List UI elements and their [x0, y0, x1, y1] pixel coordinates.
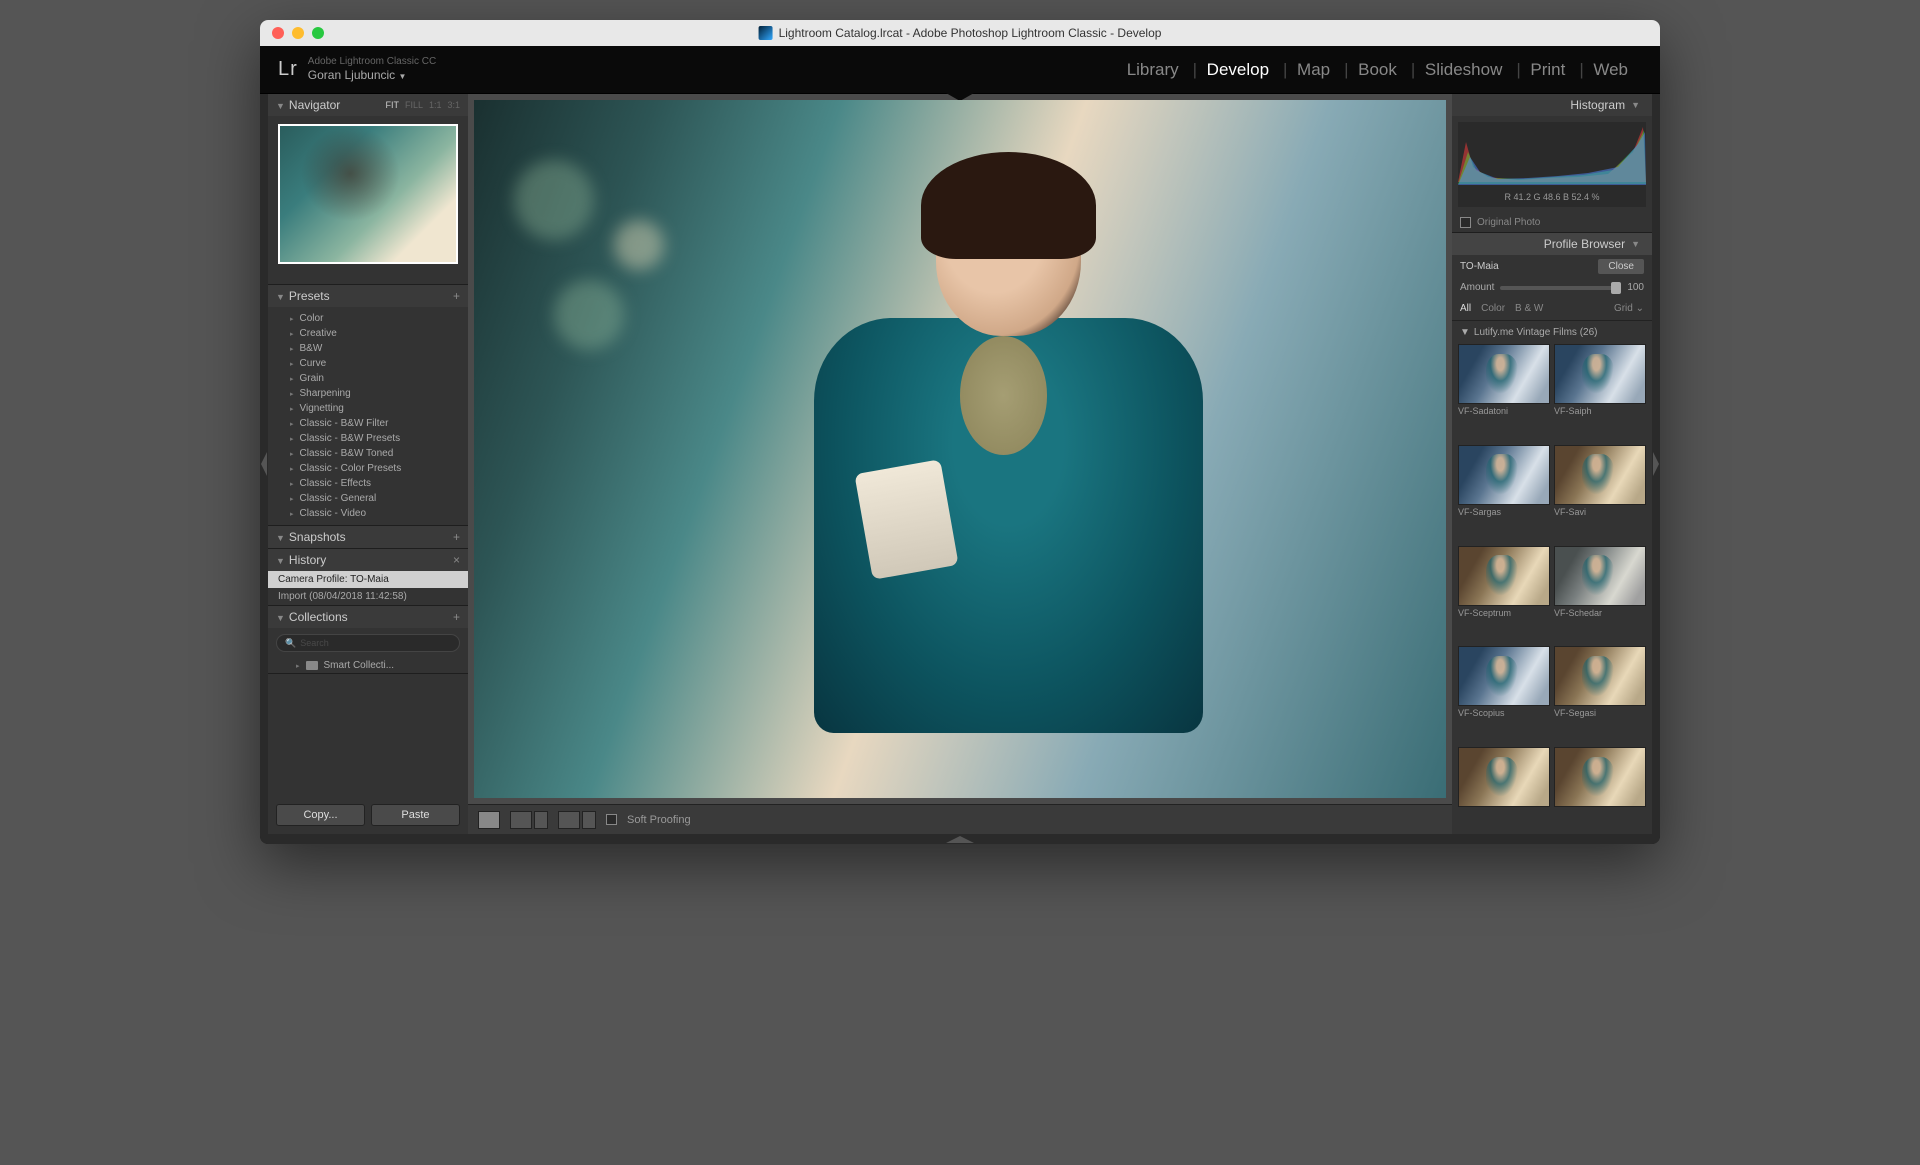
app-header: Lr Adobe Lightroom Classic CC Goran Ljub… — [260, 46, 1660, 94]
identity-plate[interactable]: Goran Ljubuncic ▼ — [308, 68, 436, 84]
profile-card[interactable]: VF-Sadatoni — [1458, 344, 1550, 441]
before-after-lr-button[interactable] — [510, 811, 532, 829]
loupe-view-button[interactable] — [478, 811, 500, 829]
right-panel-toggle[interactable] — [1652, 94, 1660, 834]
module-slideshow[interactable]: Slideshow — [1411, 60, 1517, 80]
profile-close-button[interactable]: Close — [1598, 259, 1644, 274]
preset-folder[interactable]: Classic - B&W Toned — [268, 446, 468, 461]
module-picker: LibraryDevelopMapBookSlideshowPrintWeb — [1113, 60, 1642, 80]
zoom-options[interactable]: FITFILL1:13:1 — [385, 100, 460, 110]
soft-proofing-checkbox[interactable] — [606, 814, 617, 825]
app-window: Lightroom Catalog.lrcat - Adobe Photosho… — [260, 20, 1660, 844]
copy-button[interactable]: Copy... — [276, 804, 365, 826]
right-panel: Histogram▼ R 41.2 G 48.6 B 52.4 % Origin… — [1452, 94, 1652, 834]
amount-slider[interactable] — [1500, 286, 1621, 290]
module-library[interactable]: Library — [1113, 60, 1193, 80]
filmstrip-toggle[interactable] — [260, 834, 1660, 844]
profile-card[interactable] — [1554, 747, 1646, 834]
profile-filter-all[interactable]: All — [1460, 303, 1471, 314]
profile-card[interactable]: VF-Saiph — [1554, 344, 1646, 441]
window-title-text: Lightroom Catalog.lrcat - Adobe Photosho… — [779, 26, 1162, 40]
amount-label: Amount — [1460, 282, 1494, 293]
snapshots-header[interactable]: ▼Snapshots + — [268, 526, 468, 548]
preset-folder[interactable]: Classic - B&W Presets — [268, 431, 468, 446]
histogram-header[interactable]: Histogram▼ — [1452, 94, 1652, 116]
presets-header[interactable]: ▼Presets + — [268, 285, 468, 307]
compare-dropdown[interactable] — [582, 811, 596, 829]
amount-value: 100 — [1627, 282, 1644, 293]
left-panel-toggle[interactable] — [260, 94, 268, 834]
close-window-button[interactable] — [272, 27, 284, 39]
original-photo-checkbox[interactable] — [1460, 217, 1471, 228]
window-title: Lightroom Catalog.lrcat - Adobe Photosho… — [759, 26, 1162, 40]
folder-icon — [306, 661, 318, 670]
module-map[interactable]: Map — [1283, 60, 1344, 80]
navigator-header[interactable]: ▼Navigator FITFILL1:13:1 — [268, 94, 468, 116]
profile-view-mode[interactable]: Grid ⌄ — [1614, 303, 1644, 314]
history-item[interactable]: Camera Profile: TO-Maia — [268, 571, 468, 588]
module-develop[interactable]: Develop — [1193, 60, 1283, 80]
minimize-window-button[interactable] — [292, 27, 304, 39]
profile-filter-color[interactable]: Color — [1481, 303, 1505, 314]
maximize-window-button[interactable] — [312, 27, 324, 39]
collections-header[interactable]: ▼Collections + — [268, 606, 468, 628]
original-photo-label: Original Photo — [1477, 217, 1540, 228]
photo-canvas[interactable] — [474, 100, 1446, 798]
preset-folder[interactable]: Color — [268, 311, 468, 326]
app-icon — [759, 26, 773, 40]
module-print[interactable]: Print — [1516, 60, 1579, 80]
paste-button[interactable]: Paste — [371, 804, 460, 826]
preset-folder[interactable]: Grain — [268, 371, 468, 386]
profile-card[interactable]: VF-Schedar — [1554, 546, 1646, 643]
collections-search[interactable]: 🔍 Search — [276, 634, 460, 652]
logo: Lr — [278, 58, 298, 81]
profile-card[interactable]: VF-Sceptrum — [1458, 546, 1550, 643]
center-panel: Soft Proofing — [468, 94, 1452, 834]
collection-item[interactable]: Smart Collecti... — [268, 658, 468, 673]
profile-browser-header[interactable]: Profile Browser▼ — [1452, 233, 1652, 255]
profile-group-header[interactable]: ▼Lutify.me Vintage Films (26) — [1452, 321, 1652, 344]
history-item[interactable]: Import (08/04/2018 11:42:58) — [268, 588, 468, 605]
brand: Lr Adobe Lightroom Classic CC Goran Ljub… — [278, 55, 436, 84]
preset-folder[interactable]: Classic - Color Presets — [268, 461, 468, 476]
profile-card[interactable]: VF-Savi — [1554, 445, 1646, 542]
product-name: Adobe Lightroom Classic CC — [308, 55, 436, 68]
toolbar: Soft Proofing — [468, 804, 1452, 834]
compare-yy-button[interactable] — [558, 811, 580, 829]
titlebar: Lightroom Catalog.lrcat - Adobe Photosho… — [260, 20, 1660, 46]
traffic-lights — [260, 27, 324, 39]
profile-card[interactable]: VF-Sargas — [1458, 445, 1550, 542]
preset-folder[interactable]: Classic - Effects — [268, 476, 468, 491]
preset-folder[interactable]: Curve — [268, 356, 468, 371]
current-profile-name: TO-Maia — [1460, 261, 1499, 272]
profile-card[interactable]: VF-Segasi — [1554, 646, 1646, 743]
histogram[interactable]: R 41.2 G 48.6 B 52.4 % — [1458, 122, 1646, 207]
before-after-dropdown[interactable] — [534, 811, 548, 829]
profile-card[interactable]: VF-Scopius — [1458, 646, 1550, 743]
profile-filter-b&w[interactable]: B & W — [1515, 303, 1543, 314]
soft-proofing-label: Soft Proofing — [627, 814, 691, 826]
module-book[interactable]: Book — [1344, 60, 1411, 80]
module-web[interactable]: Web — [1579, 60, 1642, 80]
preset-folder[interactable]: Classic - Video — [268, 506, 468, 521]
preset-folder[interactable]: Creative — [268, 326, 468, 341]
preset-folder[interactable]: Vignetting — [268, 401, 468, 416]
preset-folder[interactable]: Classic - General — [268, 491, 468, 506]
preset-folder[interactable]: Classic - B&W Filter — [268, 416, 468, 431]
profile-card[interactable] — [1458, 747, 1550, 834]
rgb-readout: R 41.2 G 48.6 B 52.4 % — [1458, 190, 1646, 204]
search-icon: 🔍 — [285, 638, 296, 649]
navigator-thumbnail[interactable] — [278, 124, 458, 264]
left-panel: ▼Navigator FITFILL1:13:1 ▼Presets + Colo… — [268, 94, 468, 834]
history-header[interactable]: ▼History × — [268, 549, 468, 571]
preset-folder[interactable]: Sharpening — [268, 386, 468, 401]
preset-folder[interactable]: B&W — [268, 341, 468, 356]
